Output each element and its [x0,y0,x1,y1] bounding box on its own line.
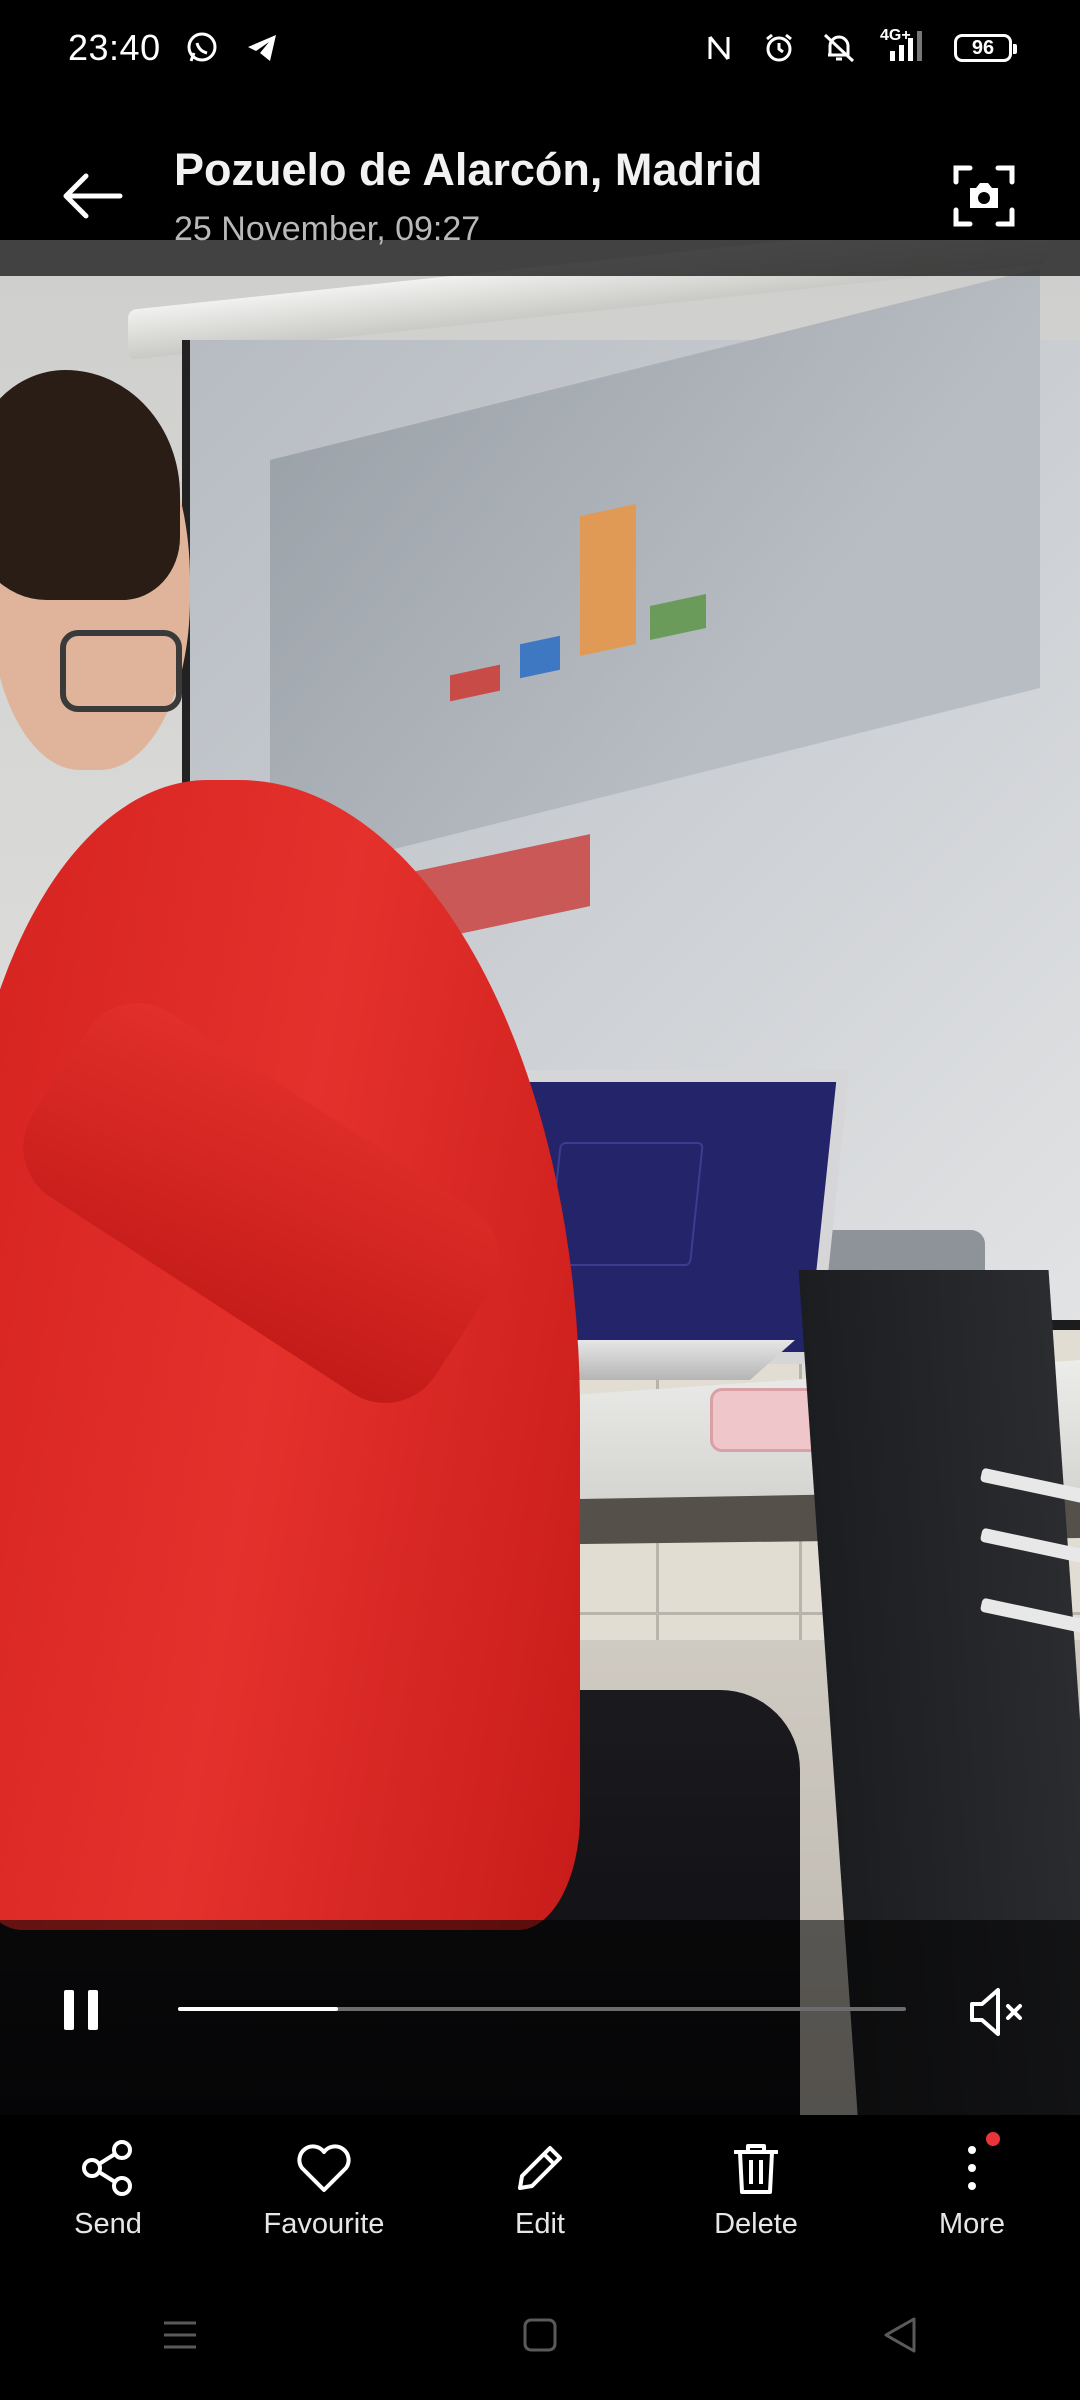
back-nav-button[interactable] [860,2295,940,2375]
more-button[interactable]: More [874,2130,1070,2241]
home-button[interactable] [500,2295,580,2375]
viewer-header: Pozuelo de Alarcón, Madrid 25 November, … [0,96,1080,272]
battery-indicator: 96 [954,34,1017,62]
heart-icon [294,2138,354,2198]
location-title: Pozuelo de Alarcón, Madrid [174,144,763,195]
pause-button[interactable] [58,1986,108,2036]
playback-controls [0,1970,1080,2050]
system-nav-bar [0,2270,1080,2400]
menu-icon [164,2321,196,2349]
back-button[interactable] [62,172,126,220]
projected-quiz-image [270,268,1040,880]
edit-button[interactable]: Edit [442,2130,638,2241]
delete-label: Delete [714,2208,798,2240]
arrow-left-icon [63,173,123,219]
pencil-icon [510,2138,570,2198]
progress-bar[interactable] [178,2007,906,2011]
mute-button[interactable] [968,1984,1028,2040]
whatsapp-icon [183,29,221,67]
bell-off-icon [820,29,858,67]
gallery-video-viewer: 23:40 4G+ 96 Pozuelo de Alarcón, Madrid … [0,0,1080,2400]
action-bar: Send Favourite Edit Delete More [0,2130,1080,2260]
video-frame[interactable] [0,240,1080,2160]
back-triangle-icon [884,2317,916,2353]
lens-button[interactable] [952,164,1016,228]
delete-button[interactable]: Delete [658,2130,854,2241]
trash-icon [726,2138,786,2198]
edit-label: Edit [515,2208,565,2240]
notification-dot [986,2132,1000,2146]
send-button[interactable]: Send [10,2130,206,2241]
favourite-button[interactable]: Favourite [226,2130,422,2241]
title-block: Pozuelo de Alarcón, Madrid 25 November, … [174,144,762,249]
nfc-icon [700,29,738,67]
send-label: Send [74,2208,142,2240]
capture-date: 25 November, 09:27 [174,210,481,248]
signal-4g-icon: 4G+ [880,27,932,67]
volume-muted-icon [970,1988,1022,2036]
quiz-bar-orange [580,504,636,656]
home-icon [523,2318,557,2352]
more-label: More [938,2208,1006,2240]
status-time: 23:40 [68,27,161,68]
laptop-dialog [546,1142,704,1266]
progress-fill [178,2007,339,2011]
more-vertical-icon [942,2132,1002,2198]
alarm-icon [760,29,798,67]
glasses [60,630,182,712]
telegram-icon [243,29,281,67]
lens-camera-icon [953,165,1015,227]
share-icon [78,2138,138,2198]
favourite-label: Favourite [263,2208,385,2240]
recents-button[interactable] [140,2295,220,2375]
status-bar: 23:40 4G+ 96 [0,0,1080,96]
